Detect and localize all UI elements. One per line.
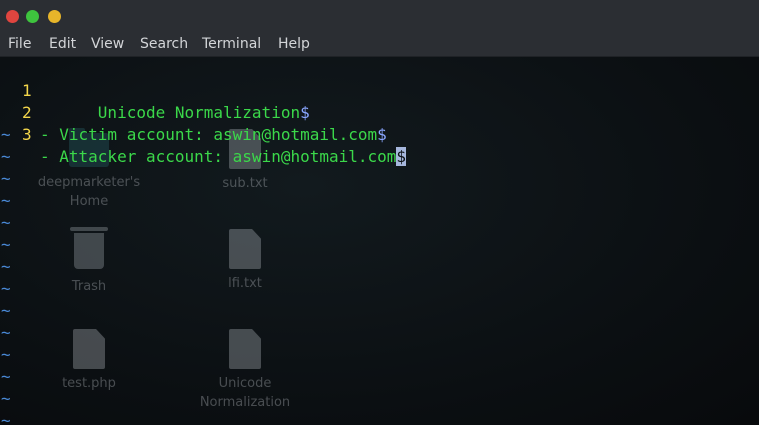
line-number: 3 [22, 125, 32, 144]
menu-view[interactable]: View [91, 36, 124, 52]
empty-line-marker: ~ [1, 257, 11, 276]
line-text: Unicode Normalization$ [40, 102, 310, 124]
empty-line-marker: ~ [1, 367, 11, 386]
empty-line-marker: ~ [1, 147, 11, 166]
maximize-button[interactable] [26, 10, 39, 23]
end-of-line-marker: $ [300, 103, 310, 122]
trash-icon [70, 227, 108, 269]
line-content: - Attacker account: aswin@hotmail.com [40, 147, 397, 166]
empty-line-marker: ~ [1, 169, 11, 188]
editor-line-3: 3 - Attacker account: aswin@hotmail.com$ [0, 102, 407, 166]
empty-line-marker: ~ [1, 323, 11, 342]
desktop-icon-test-php: test.php [34, 329, 144, 393]
desktop-icon-label: test.php [62, 376, 116, 391]
text-cursor: $ [396, 147, 407, 166]
minimize-button[interactable] [48, 10, 61, 23]
menu-search[interactable]: Search [140, 36, 188, 52]
text-file-icon [229, 229, 261, 269]
desktop-icon-label: Normalization [199, 395, 291, 410]
empty-line-marker: ~ [1, 345, 11, 364]
menu-bar: File Edit View Search Terminal Help [0, 33, 759, 57]
desktop-icon-label: Home [69, 194, 109, 209]
empty-line-marker: ~ [1, 213, 11, 232]
empty-line-marker: ~ [1, 125, 11, 144]
end-of-line-marker: $ [377, 125, 387, 144]
desktop-icon-unicode-normalization: Unicode Normalization [190, 329, 300, 412]
desktop-icon-label: lfi.txt [228, 276, 262, 291]
close-button[interactable] [6, 10, 19, 23]
empty-line-marker: ~ [1, 301, 11, 320]
empty-line-marker: ~ [1, 389, 11, 408]
desktop-icon-label: sub.txt [222, 176, 268, 191]
empty-line-marker: ~ [1, 411, 11, 425]
line-text: - Victim account: aswin@hotmail.com$ [40, 124, 387, 146]
empty-line-marker: ~ [1, 191, 11, 210]
empty-line-marker: ~ [1, 235, 11, 254]
desktop-icon-label: Trash [71, 279, 107, 294]
editor-line-1: 1 Unicode Normalization$ [0, 58, 310, 122]
file-icon [229, 329, 261, 369]
editor-line-2: 2 - Victim account: aswin@hotmail.com$ [0, 80, 387, 144]
file-icon [73, 329, 105, 369]
desktop-icon-lfi-txt: lfi.txt [190, 229, 300, 293]
line-content: Unicode Normalization [40, 103, 301, 122]
desktop-icon-trash: Trash [34, 227, 144, 296]
desktop-icon-label: deepmarketer's [37, 175, 141, 190]
menu-help[interactable]: Help [278, 36, 310, 52]
terminal-area[interactable]: deepmarketer's Home sub.txt Trash lfi.tx… [0, 57, 759, 425]
menu-edit[interactable]: Edit [49, 36, 76, 52]
line-content: - Victim account: aswin@hotmail.com [40, 125, 378, 144]
line-text: - Attacker account: aswin@hotmail.com$ [40, 146, 407, 168]
menu-file[interactable]: File [8, 36, 31, 52]
window-titlebar[interactable] [0, 0, 759, 33]
desktop-icon-label: Unicode [218, 376, 272, 391]
empty-line-marker: ~ [1, 279, 11, 298]
menu-terminal[interactable]: Terminal [202, 36, 261, 52]
